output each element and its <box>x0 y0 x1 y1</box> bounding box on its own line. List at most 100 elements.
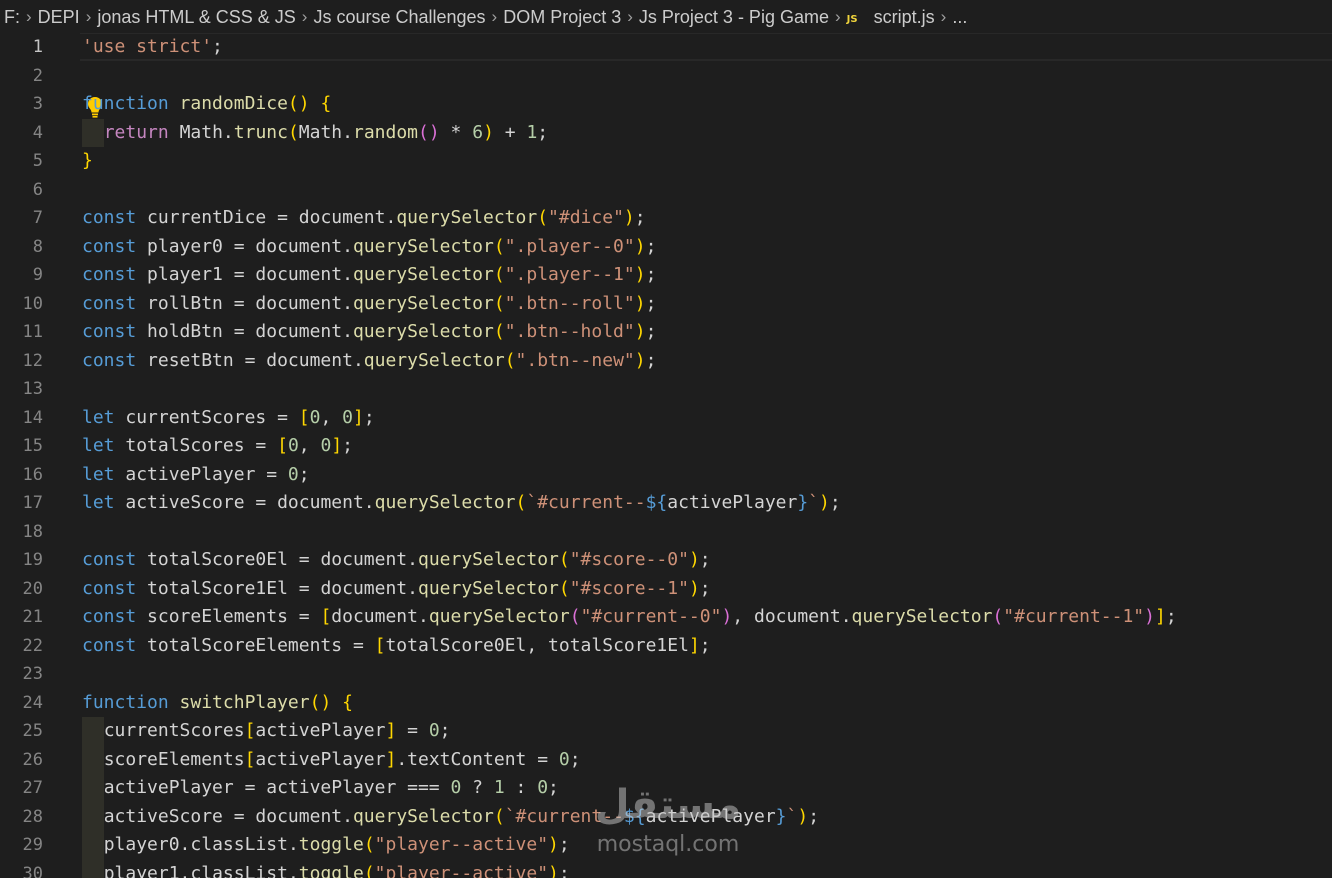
code-line[interactable]: 9 const player1 = document.querySelector(… <box>0 261 1332 290</box>
code-text: function switchPlayer() { <box>82 691 353 713</box>
code-line[interactable]: 19 const totalScore0El = document.querySe… <box>0 546 1332 575</box>
line-number: 5 <box>32 151 43 171</box>
code-line[interactable]: 26 scoreElements[activePlayer].textConte… <box>0 746 1332 775</box>
code-line[interactable]: 6 <box>0 176 1332 205</box>
code-text: let currentScores = [0, 0]; <box>82 406 375 428</box>
line-number: 13 <box>22 379 43 399</box>
breadcrumb-file[interactable]: script.js <box>874 7 935 28</box>
breadcrumb-item[interactable]: DEPI <box>38 7 80 28</box>
code-line[interactable]: 21 const scoreElements = [document.queryS… <box>0 603 1332 632</box>
code-line[interactable]: 27 activePlayer = activePlayer === 0 ? 1… <box>0 774 1332 803</box>
code-text: const player1 = document.querySelector("… <box>82 264 657 285</box>
code-text: } <box>82 150 93 171</box>
chevron-right-icon: › <box>940 7 947 26</box>
code-text: const totalScoreElements = [totalScore0E… <box>82 634 711 656</box>
code-text: 'use strict'; <box>82 36 223 57</box>
code-line[interactable]: 11 const holdBtn = document.querySelector… <box>0 318 1332 347</box>
code-text: function randomDice() { <box>82 93 332 114</box>
code-line[interactable]: 24 function switchPlayer() { <box>0 689 1332 718</box>
chevron-right-icon: › <box>26 7 32 26</box>
code-line[interactable]: 17 let activeScore = document.querySelect… <box>0 489 1332 518</box>
code-line[interactable]: 10 const rollBtn = document.querySelector… <box>0 290 1332 319</box>
line-number: 15 <box>22 436 43 456</box>
line-number: 3 <box>32 94 43 114</box>
line-number: 24 <box>22 692 43 713</box>
code-line[interactable]: 15 let totalScores = [0, 0]; <box>0 432 1332 461</box>
line-number: 6 <box>32 179 43 200</box>
code-line[interactable]: 4 return Math.trunc(Math.random() * 6) +… <box>0 119 1332 148</box>
code-line[interactable]: 1 'use strict'; <box>0 33 1332 62</box>
breadcrumb-item[interactable]: DOM Project 3 <box>503 7 621 28</box>
code-text: const resetBtn = document.querySelector(… <box>82 349 657 371</box>
line-number: 19 <box>22 550 43 570</box>
chevron-right-icon: › <box>627 7 633 26</box>
code-line[interactable]: 25 currentScores[activePlayer] = 0; <box>0 717 1332 746</box>
line-number: 20 <box>22 578 43 599</box>
code-text: return Math.trunc(Math.random() * 6) + 1… <box>103 121 549 143</box>
code-line[interactable]: 18 <box>0 518 1332 547</box>
line-number: 28 <box>22 806 43 827</box>
line-number: 4 <box>32 122 43 143</box>
code-text: const holdBtn = document.querySelector("… <box>82 321 657 342</box>
code-line[interactable]: 7 const currentDice = document.querySelec… <box>0 204 1332 233</box>
line-number: 14 <box>22 407 43 428</box>
line-number: 17 <box>22 493 43 513</box>
breadcrumb-item[interactable]: F: <box>4 7 20 28</box>
code-text: let activeScore = document.querySelector… <box>82 492 841 513</box>
line-number: 10 <box>22 293 43 314</box>
code-text: const totalScore1El = document.querySele… <box>82 577 711 599</box>
code-line[interactable]: 29 player0.classList.toggle("player--act… <box>0 831 1332 860</box>
line-number: 30 <box>22 863 43 878</box>
code-text: activeScore = document.querySelector(`#c… <box>103 805 820 827</box>
code-line[interactable]: 8 const player0 = document.querySelector(… <box>0 233 1332 262</box>
code-text: let activePlayer = 0; <box>82 463 310 485</box>
code-line[interactable]: 30 player1.classList.toggle("player--act… <box>0 860 1332 878</box>
code-line[interactable]: 23 <box>0 660 1332 689</box>
code-text: const totalScore0El = document.querySele… <box>82 549 711 570</box>
line-number: 29 <box>22 835 43 855</box>
code-line[interactable]: 14 let currentScores = [0, 0]; <box>0 404 1332 433</box>
code-text: scoreElements[activePlayer].textContent … <box>103 748 581 770</box>
code-line[interactable]: 5} <box>0 147 1332 176</box>
code-editor[interactable]: 1'use strict'; 2 3 function randomDice() {4… <box>0 33 1332 878</box>
line-number: 18 <box>22 521 43 542</box>
code-line[interactable]: 28 activeScore = document.querySelector(… <box>0 803 1332 832</box>
line-number: 23 <box>22 664 43 684</box>
line-number: 9 <box>32 265 43 285</box>
code-line[interactable]: 2 <box>0 62 1332 91</box>
breadcrumb-item[interactable]: Js Project 3 - Pig Game <box>639 7 829 28</box>
js-file-icon: JS <box>846 8 864 26</box>
line-number: 21 <box>22 607 43 627</box>
line-number: 16 <box>22 464 43 485</box>
code-line[interactable]: 12 const resetBtn = document.querySelecto… <box>0 347 1332 376</box>
chevron-right-icon: › <box>85 7 92 26</box>
code-line[interactable]: 22 const totalScoreElements = [totalScore… <box>0 632 1332 661</box>
code-text: player1.classList.toggle("player--active… <box>103 862 570 878</box>
line-number: 26 <box>22 749 43 770</box>
line-number: 1 <box>32 37 43 57</box>
line-number: 11 <box>22 322 43 342</box>
breadcrumb-more[interactable]: ... <box>952 7 967 28</box>
chevron-right-icon: › <box>834 7 841 26</box>
code-text: player0.classList.toggle("player--active… <box>103 834 570 855</box>
breadcrumb-item[interactable]: Js course Challenges <box>313 7 485 28</box>
code-line[interactable]: 3 function randomDice() { <box>0 90 1332 119</box>
line-number: 22 <box>22 635 43 656</box>
line-number: 8 <box>32 236 43 257</box>
line-number: 12 <box>22 350 43 371</box>
code-text: let totalScores = [0, 0]; <box>82 435 353 456</box>
breadcrumb-item[interactable]: jonas HTML & CSS & JS <box>97 7 295 28</box>
code-text: currentScores[activePlayer] = 0; <box>103 720 451 741</box>
code-line[interactable]: 16 let activePlayer = 0; <box>0 461 1332 490</box>
code-text: const currentDice = document.querySelect… <box>82 207 646 228</box>
code-line[interactable]: 20 const totalScore1El = document.querySe… <box>0 575 1332 604</box>
chevron-right-icon: › <box>301 7 308 26</box>
breadcrumb: F: › DEPI › jonas HTML & CSS & JS › Js course … <box>0 0 1332 34</box>
code-text: const player0 = document.querySelector("… <box>82 235 657 257</box>
chevron-right-icon: › <box>491 7 498 26</box>
code-text: const scoreElements = [document.querySel… <box>82 606 1177 627</box>
line-number: 7 <box>32 208 43 228</box>
code-text: const rollBtn = document.querySelector("… <box>82 292 657 314</box>
line-number: 2 <box>32 65 43 86</box>
code-line[interactable]: 13 <box>0 375 1332 404</box>
